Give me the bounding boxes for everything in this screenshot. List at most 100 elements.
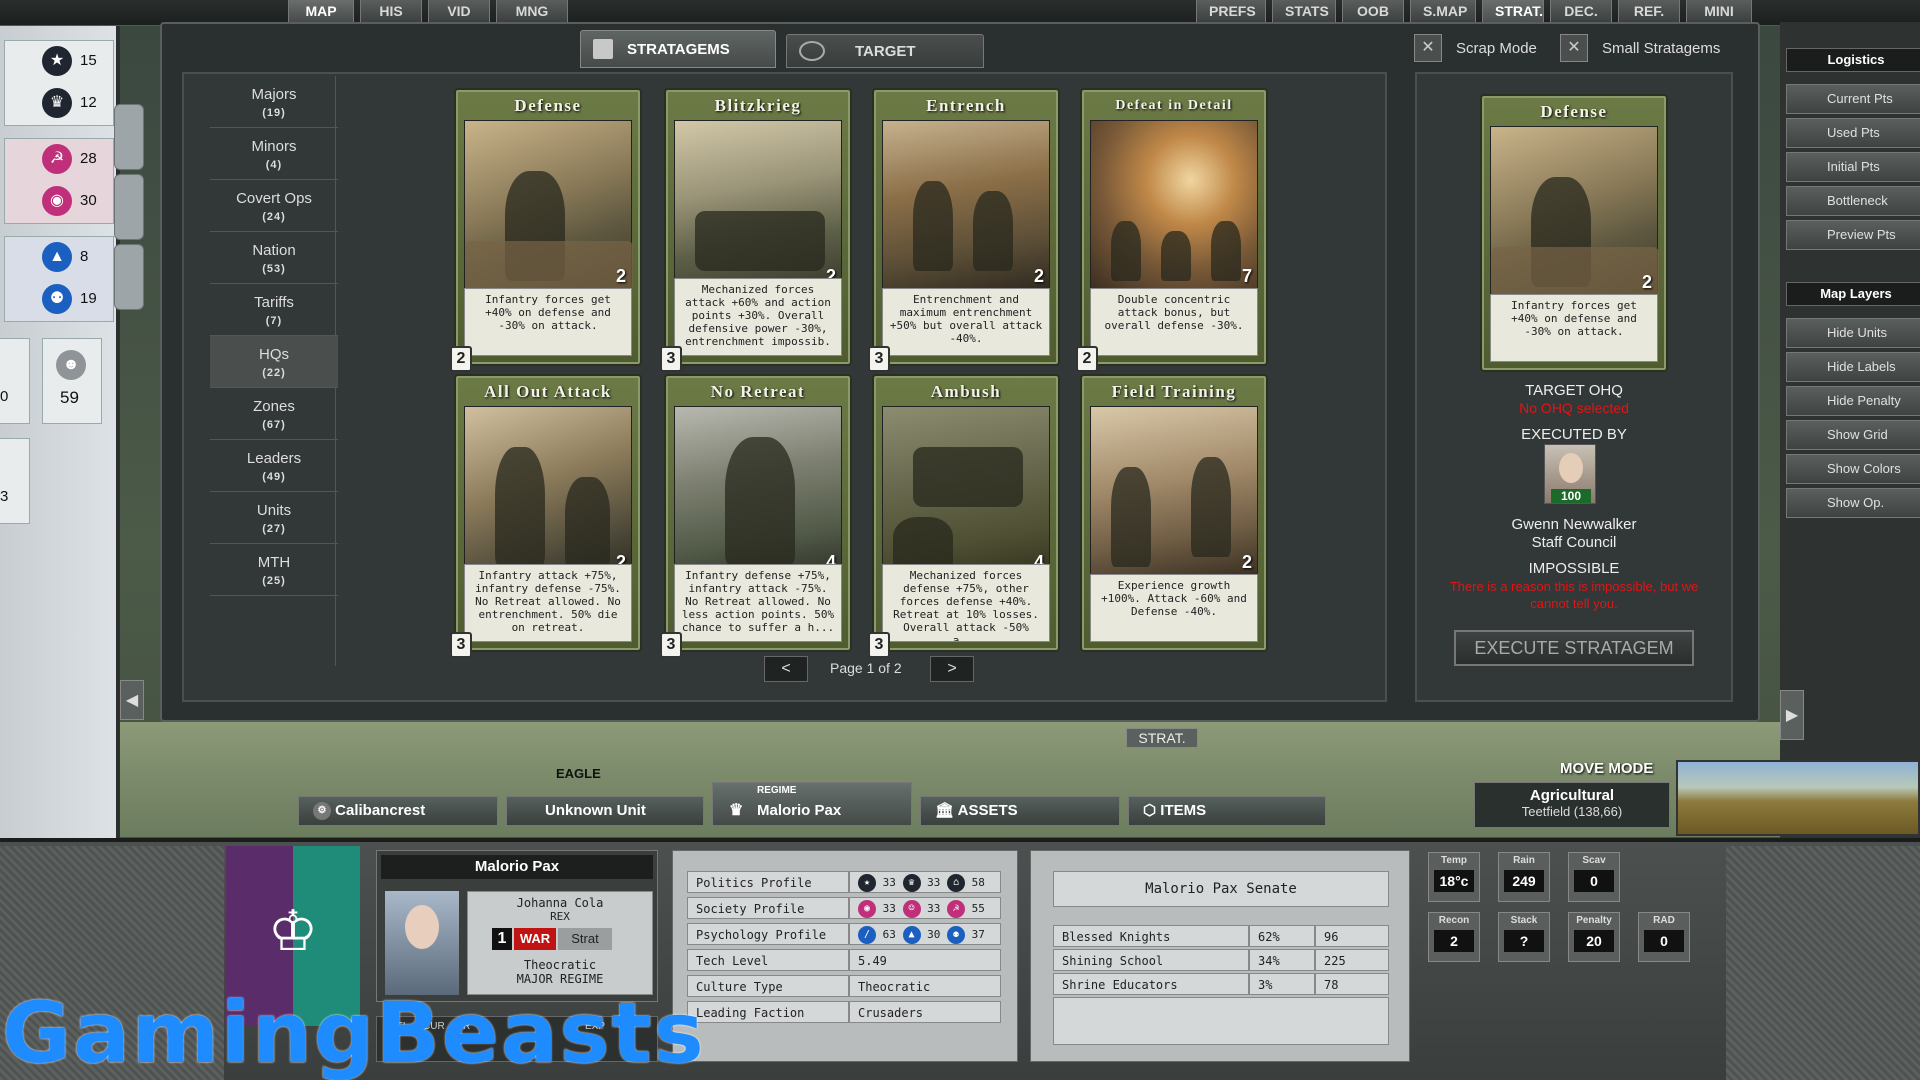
eagle-label: EAGLE [556, 766, 601, 781]
scrap-mode-checkbox[interactable]: ✕ [1414, 34, 1442, 62]
strat-badge[interactable]: Strat [558, 928, 612, 950]
card-field-training[interactable]: Field Training 2 Experience growth +100%… [1080, 374, 1268, 652]
card-level-badge: 3 [450, 632, 472, 658]
card-blitzkrieg[interactable]: Blitzkrieg 2 Mechanized forces attack +6… [660, 88, 852, 372]
tab-dec[interactable]: DEC. [1550, 0, 1612, 24]
psychology-profile-values: / 63 ▲ 30 ⚉ 37 [849, 923, 1001, 945]
category-mth[interactable]: MTH (25) [210, 544, 338, 596]
terrain-preview-image [1676, 760, 1920, 836]
regime-card: Malorio Pax Johanna Cola REX 1 WAR Strat… [376, 850, 658, 1002]
temp-stat: Temp 18°c [1428, 852, 1480, 902]
used-pts-button[interactable]: Used Pts [1786, 118, 1920, 148]
category-tariffs[interactable]: Tariffs (7) [210, 284, 338, 336]
preview-pts-button[interactable]: Preview Pts [1786, 220, 1920, 250]
category-minors[interactable]: Minors (4) [210, 128, 338, 180]
status-label: IMPOSSIBLE [1528, 560, 1620, 577]
category-units[interactable]: Units (27) [210, 492, 338, 544]
tab-ref[interactable]: REF. [1618, 0, 1680, 24]
tab-unknown-unit[interactable]: Unknown Unit [506, 796, 704, 826]
tab-prefs[interactable]: PREFS [1196, 0, 1266, 24]
tab-items[interactable]: ⬡ ITEMS [1128, 796, 1326, 826]
tab-stats[interactable]: STATS [1272, 0, 1336, 24]
tab-mini[interactable]: MINI [1686, 0, 1752, 24]
scroll-right-arrow[interactable]: ▶ [1780, 690, 1804, 740]
tech-level-value: 5.49 [849, 949, 1001, 971]
eye-icon: ◉ [42, 186, 72, 216]
people-count: 19 [80, 290, 97, 307]
card-defense[interactable]: Defense 2 Infantry forces get +40% on de… [450, 88, 642, 372]
execute-stratagem-button[interactable]: EXECUTE STRATAGEM [1454, 630, 1694, 666]
left-overview-strip: ★ 15 ♛ 12 ☭ 28 ◉ 30 ▲ 8 ⚉ 19 0 ☻ 59 3 [0, 26, 120, 838]
category-leaders[interactable]: Leaders (49) [210, 440, 338, 492]
bank-icon: ⌂ [947, 874, 965, 892]
scroll-left-arrow[interactable]: ◀ [120, 680, 144, 720]
prev-page-button[interactable]: < [764, 656, 808, 682]
tab-assets[interactable]: 🏛 ASSETS [920, 796, 1120, 826]
bottleneck-button[interactable]: Bottleneck [1786, 186, 1920, 216]
side-toggle-1[interactable] [114, 104, 144, 170]
tab-his[interactable]: HIS [360, 0, 422, 24]
card-defeat-in-detail[interactable]: Defeat in Detail 7 Double concentric att… [1076, 88, 1268, 372]
small-stratagems-checkbox[interactable]: ✕ [1560, 34, 1588, 62]
star-icon: ★ [42, 46, 72, 76]
target-ohq-value: No OHQ selected [1519, 400, 1629, 416]
tab-smap[interactable]: S.MAP [1410, 0, 1476, 24]
tab-oob[interactable]: OOB [1342, 0, 1404, 24]
scroll-icon [593, 39, 613, 59]
tab-regime[interactable]: ♛ REGIME Malorio Pax [712, 782, 912, 826]
hide-penalty-button[interactable]: Hide Penalty [1786, 386, 1920, 416]
card-all-out-attack[interactable]: All Out Attack 2 Infantry attack +75%, i… [450, 374, 642, 658]
tab-stratagems-label: STRATAGEMS [627, 41, 730, 58]
rad-stat: RAD 0 [1638, 912, 1690, 962]
tab-target[interactable]: TARGET [786, 34, 984, 68]
card-level-badge: 3 [660, 632, 682, 658]
tab-calibancrest[interactable]: ⚙ Calibancrest [298, 796, 498, 826]
item-icon: ⬡ [1143, 802, 1157, 819]
card-level-badge: 2 [450, 346, 472, 372]
category-hqs[interactable]: HQs (22) [210, 336, 338, 388]
society-profile-values: ◉ 33 ☺ 33 ☭ 55 [849, 897, 1001, 919]
box-c[interactable] [0, 438, 30, 524]
card-art [674, 406, 842, 576]
mask-icon: ☺ [902, 900, 921, 918]
card-art [464, 120, 633, 291]
leading-faction-label: Leading Faction [687, 1001, 849, 1023]
next-page-button[interactable]: > [930, 656, 974, 682]
category-nation[interactable]: Nation (53) [210, 232, 338, 284]
politics-profile-values: ★ 33 ♛ 33 ⌂ 58 [849, 871, 1001, 893]
hide-labels-button[interactable]: Hide Labels [1786, 352, 1920, 382]
card-no-retreat[interactable]: No Retreat 4 Infantry defense +75%, infa… [660, 374, 852, 658]
category-zones[interactable]: Zones (67) [210, 388, 338, 440]
card-art [464, 406, 632, 576]
side-toggle-2[interactable] [114, 174, 144, 240]
gov-type: Theocratic [523, 958, 597, 972]
category-majors[interactable]: Majors (19) [210, 76, 338, 128]
move-mode-label: MOVE MODE [1560, 760, 1654, 777]
box-a[interactable] [0, 338, 30, 424]
senate-faction-seats: 78 [1315, 973, 1389, 995]
tab-vid[interactable]: VID [428, 0, 490, 24]
side-toggle-3[interactable] [114, 244, 144, 310]
war-badge[interactable]: WAR [514, 928, 556, 950]
show-grid-button[interactable]: Show Grid [1786, 420, 1920, 450]
card-entrench[interactable]: Entrench 2 Entrenchment and maximum entr… [868, 88, 1060, 372]
card-art [882, 120, 1050, 290]
show-op-button[interactable]: Show Op. [1786, 488, 1920, 518]
initial-pts-button[interactable]: Initial Pts [1786, 152, 1920, 182]
current-pts-button[interactable]: Current Pts [1786, 84, 1920, 114]
card-art [1090, 406, 1258, 576]
card-cost: 2 [1241, 552, 1252, 572]
leader-info: Johanna Cola REX 1 WAR Strat Theocratic … [467, 891, 653, 995]
card-level-badge: 2 [1076, 346, 1098, 372]
hide-units-button[interactable]: Hide Units [1786, 318, 1920, 348]
scrap-mode-label: Scrap Mode [1456, 40, 1537, 57]
tab-stratagems[interactable]: STRATAGEMS [580, 30, 776, 68]
card-ambush[interactable]: Ambush 4 Mechanized forces defense +75%,… [868, 374, 1060, 658]
card-art [674, 120, 842, 290]
flame-crown-icon: ♔ [267, 899, 319, 962]
show-colors-button[interactable]: Show Colors [1786, 454, 1920, 484]
category-covert-ops[interactable]: Covert Ops (24) [210, 180, 338, 232]
tab-map[interactable]: MAP [288, 0, 354, 24]
crown-icon: ♛ [902, 874, 921, 892]
tab-mng[interactable]: MNG [496, 0, 568, 24]
